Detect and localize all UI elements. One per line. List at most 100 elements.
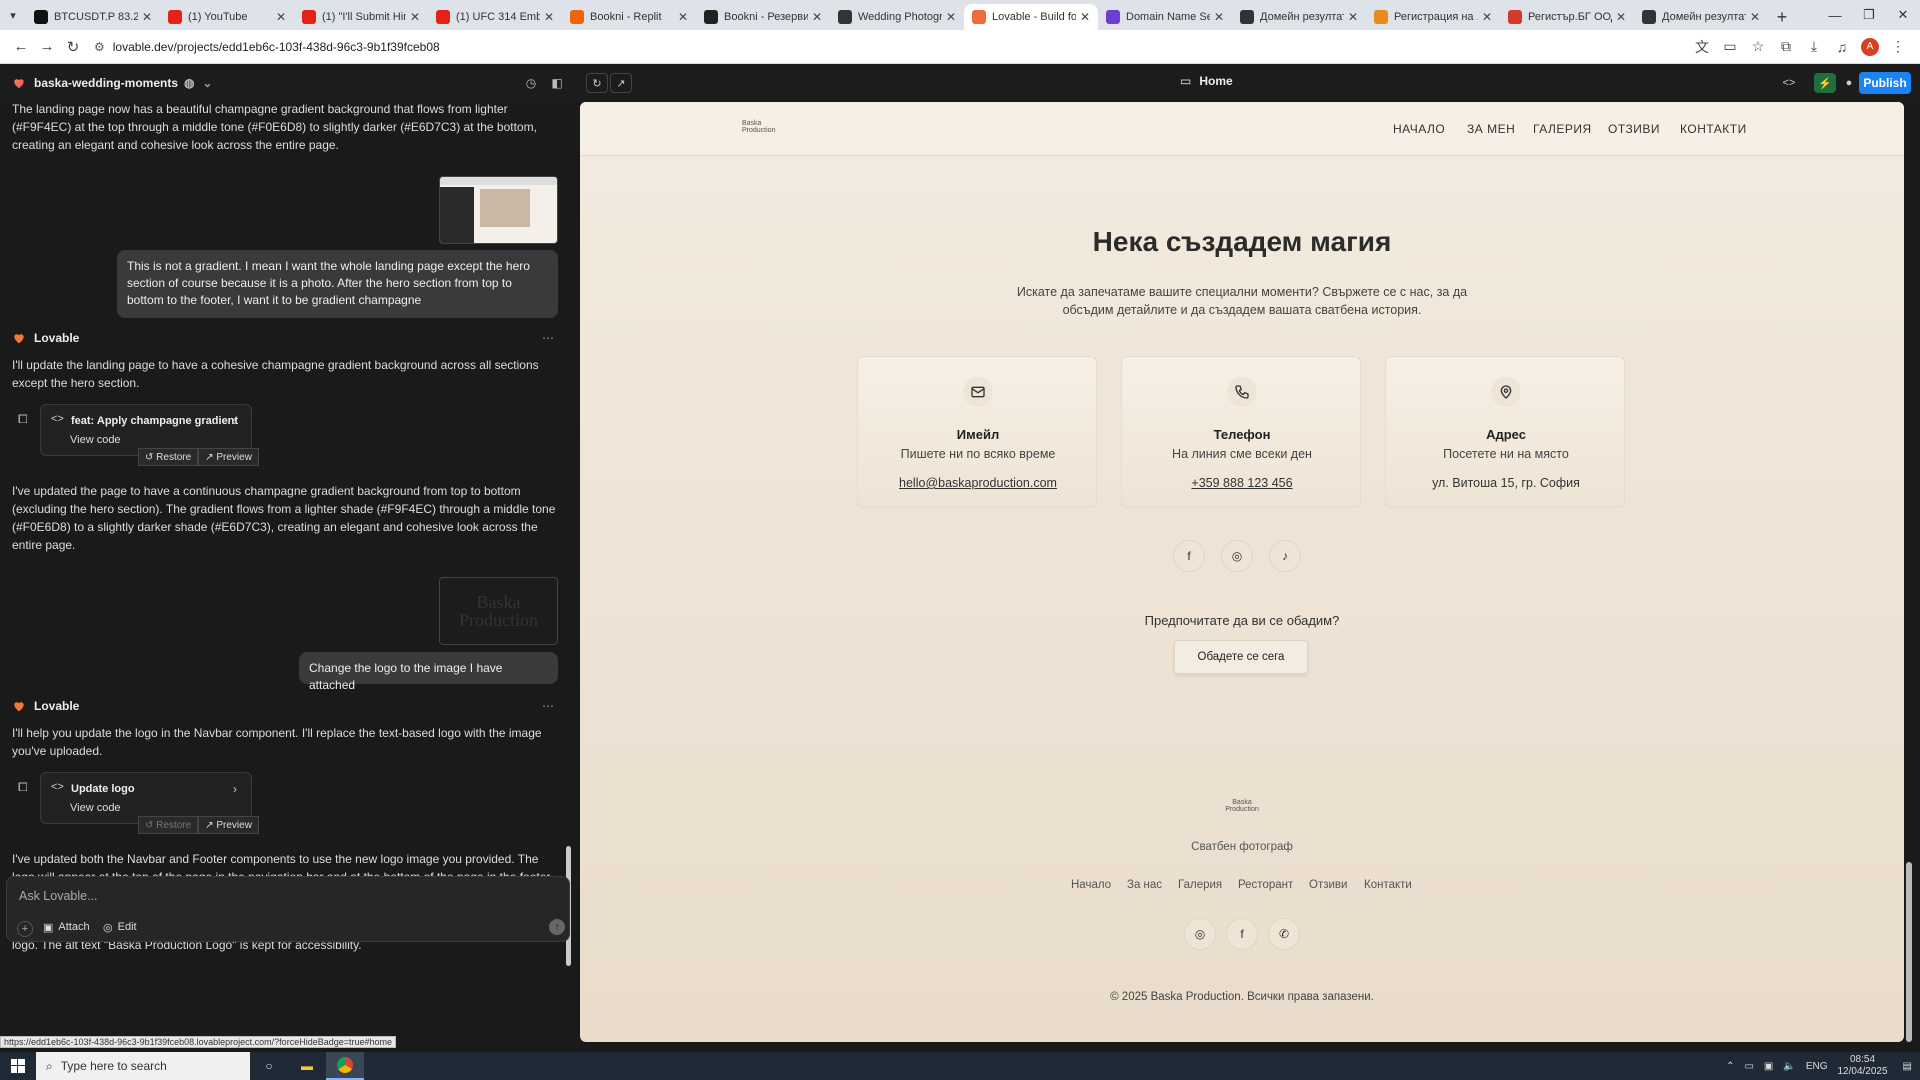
chrome-icon[interactable] <box>326 1052 364 1080</box>
browser-tab[interactable]: Домейн резултати ✕ <box>1232 4 1366 30</box>
browser-tab[interactable]: Lovable - Build for t ✕ <box>964 4 1098 30</box>
facebook-icon[interactable]: f <box>1226 918 1258 950</box>
close-tab-icon[interactable]: ✕ <box>276 10 286 24</box>
open-external-icon[interactable]: ↗ <box>610 73 632 93</box>
chat-input[interactable]: Ask Lovable... <box>19 889 98 903</box>
profile-button[interactable]: A <box>1856 34 1884 60</box>
browser-tab[interactable]: Bookni - Replit ✕ <box>562 4 696 30</box>
edit-button[interactable]: ◎ Edit <box>103 921 137 934</box>
refresh-preview-icon[interactable]: ↻ <box>586 73 608 93</box>
translate-icon[interactable]: 文 <box>1688 34 1716 60</box>
phone-icon[interactable]: ✆ <box>1268 918 1300 950</box>
menu-icon[interactable]: ⋮ <box>1884 34 1912 60</box>
nav-link-reviews[interactable]: ОТЗИВИ <box>1608 122 1660 136</box>
view-code-link[interactable]: View code <box>70 434 121 446</box>
footer-logo[interactable]: Baska Production <box>1221 799 1263 813</box>
language-indicator[interactable]: ENG <box>1806 1061 1828 1072</box>
attach-button[interactable]: ▣ Attach <box>43 921 90 934</box>
downloads-icon[interactable]: ⤓ <box>1800 34 1828 60</box>
nav-link-contacts[interactable]: КОНТАКТИ <box>1680 122 1747 136</box>
site-info-icon[interactable]: ⚙ <box>94 40 105 54</box>
windows-start-icon[interactable] <box>0 1052 36 1080</box>
attached-logo-thumbnail[interactable]: Baska Production <box>439 577 558 645</box>
close-tab-icon[interactable]: ✕ <box>1214 10 1224 24</box>
close-tab-icon[interactable]: ✕ <box>410 10 420 24</box>
browser-tab[interactable]: Wedding Photograph ✕ <box>830 4 964 30</box>
browser-tab[interactable]: (1) YouTube ✕ <box>160 4 294 30</box>
preview-button[interactable]: ↗ Preview <box>198 816 259 834</box>
restore-button[interactable]: ❐ <box>1852 0 1886 30</box>
close-tab-icon[interactable]: ✕ <box>1750 10 1760 24</box>
footer-link-home[interactable]: Начало <box>1071 879 1111 891</box>
bookmark-icon[interactable]: ⧠ <box>18 780 28 795</box>
bookmark-star-icon[interactable]: ☆ <box>1744 34 1772 60</box>
url-field[interactable]: ⚙ lovable.dev/projects/edd1eb6c-103f-438… <box>94 34 1688 60</box>
browser-tab[interactable]: (1) "I'll Submit Him" ✕ <box>294 4 428 30</box>
browser-tab[interactable]: Домейн резултати ✕ <box>1634 4 1768 30</box>
minimize-button[interactable]: — <box>1818 0 1852 30</box>
browser-tab[interactable]: Регистрация на .BG ✕ <box>1366 4 1500 30</box>
plus-icon[interactable]: + <box>17 921 33 937</box>
browser-tab[interactable]: (1) UFC 314 Embedde ✕ <box>428 4 562 30</box>
tiktok-icon[interactable]: ♪ <box>1269 540 1301 572</box>
call-now-button[interactable]: Обадете се сега <box>1174 640 1308 674</box>
preview-button[interactable]: ↗ Preview <box>198 448 259 466</box>
more-options-icon[interactable]: ⋯ <box>542 699 554 713</box>
footer-link-about[interactable]: За нас <box>1127 879 1162 891</box>
publish-button[interactable]: Publish <box>1859 72 1911 94</box>
history-icon[interactable]: ◷ <box>520 72 542 94</box>
battery-icon[interactable]: ▭ <box>1744 1061 1753 1072</box>
close-tab-icon[interactable]: ✕ <box>946 10 956 24</box>
restore-button[interactable]: ↺ Restore <box>138 448 199 466</box>
footer-link-gallery[interactable]: Галерия <box>1178 879 1222 891</box>
facebook-icon[interactable]: f <box>1173 540 1205 572</box>
email-link[interactable]: hello@baskaproduction.com <box>858 476 1098 490</box>
more-options-icon[interactable]: ⋯ <box>542 331 554 345</box>
browser-tab[interactable]: Domain Name Search ✕ <box>1098 4 1232 30</box>
close-tab-icon[interactable]: ✕ <box>1482 10 1492 24</box>
volume-icon[interactable]: 🔈 <box>1783 1061 1795 1072</box>
close-tab-icon[interactable]: ✕ <box>1348 10 1358 24</box>
reload-icon[interactable]: ↻ <box>60 34 86 60</box>
code-icon[interactable]: <> <box>1778 73 1800 93</box>
back-icon[interactable]: ← <box>8 34 34 60</box>
restore-button[interactable]: ↺ Restore <box>138 816 199 834</box>
close-tab-icon[interactable]: ✕ <box>1616 10 1626 24</box>
supabase-icon[interactable]: ⚡ <box>1814 73 1836 93</box>
close-tab-icon[interactable]: ✕ <box>1080 10 1090 24</box>
project-switcher[interactable]: baska-wedding-moments ◍ ⌄ <box>12 76 213 90</box>
github-icon[interactable]: ● <box>1838 73 1860 93</box>
chevron-up-icon[interactable]: ⌃ <box>1726 1061 1734 1072</box>
site-logo[interactable]: Baska Production <box>742 120 775 134</box>
network-icon[interactable]: ▣ <box>1764 1061 1773 1072</box>
footer-link-contacts[interactable]: Контакти <box>1364 879 1412 891</box>
nav-link-gallery[interactable]: ГАЛЕРИЯ <box>1533 122 1592 136</box>
close-window-button[interactable]: ✕ <box>1886 0 1920 30</box>
instagram-icon[interactable]: ◎ <box>1184 918 1216 950</box>
close-tab-icon[interactable]: ✕ <box>142 10 152 24</box>
bookmark-icon[interactable]: ⧠ <box>18 412 28 427</box>
nav-link-home[interactable]: НАЧАЛО <box>1393 122 1445 136</box>
forward-icon[interactable]: → <box>34 34 60 60</box>
sidebar-toggle-icon[interactable]: ◧ <box>546 72 568 94</box>
close-tab-icon[interactable]: ✕ <box>544 10 554 24</box>
close-tab-icon[interactable]: ✕ <box>812 10 822 24</box>
page-icon[interactable]: ▭ <box>1716 34 1744 60</box>
cortana-icon[interactable]: ○ <box>250 1052 288 1080</box>
close-tab-icon[interactable]: ✕ <box>678 10 688 24</box>
extensions-icon[interactable]: ⧉ <box>1772 34 1800 60</box>
footer-link-restaurant[interactable]: Ресторант <box>1238 879 1293 891</box>
attached-screenshot-thumbnail[interactable] <box>439 176 558 244</box>
nav-link-about[interactable]: ЗА МЕН <box>1467 122 1515 136</box>
media-icon[interactable]: ♫ <box>1828 34 1856 60</box>
tab-search-icon[interactable]: ▾ <box>0 0 26 30</box>
browser-tab[interactable]: Bookni - Резервира ✕ <box>696 4 830 30</box>
notifications-icon[interactable]: ▤ <box>1903 1061 1912 1072</box>
preview-scrollbar[interactable] <box>1906 862 1912 1042</box>
new-tab-button[interactable]: + <box>1768 4 1796 30</box>
browser-tab[interactable]: Регистър.БГ ООД ✕ <box>1500 4 1634 30</box>
taskbar-search[interactable]: ⌕ Type here to search <box>36 1052 250 1080</box>
footer-link-reviews[interactable]: Отзиви <box>1309 879 1347 891</box>
clock[interactable]: 08:54 12/04/2025 <box>1837 1054 1887 1078</box>
send-button[interactable]: ↑ <box>549 919 565 935</box>
